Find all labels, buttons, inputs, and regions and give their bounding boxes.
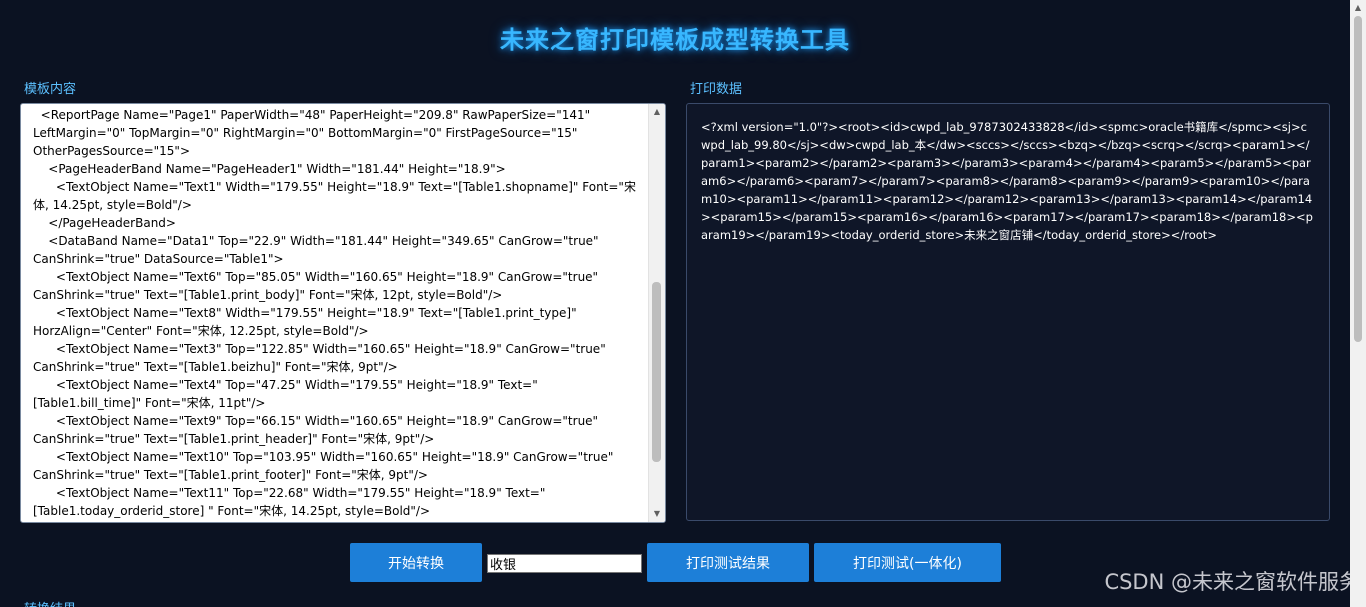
template-textarea[interactable]: <ReportPage Name="Page1" PaperWidth="48"… xyxy=(20,103,666,523)
print-test-result-button[interactable]: 打印测试结果 xyxy=(647,543,809,582)
start-convert-button[interactable]: 开始转换 xyxy=(350,543,482,582)
page-scroll-thumb[interactable] xyxy=(1354,16,1362,342)
template-content[interactable]: <ReportPage Name="Page1" PaperWidth="48"… xyxy=(21,104,649,522)
page-scroll-up-icon[interactable]: ▲ xyxy=(1350,2,1366,14)
print-data-content[interactable]: <?xml version="1.0"?><root><id>cwpd_lab_… xyxy=(701,118,1315,244)
page-scrollbar[interactable]: ▲ xyxy=(1350,0,1366,607)
app-window: 未来之窗打印模板成型转换工具 模板内容 打印数据 <ReportPage Nam… xyxy=(0,0,1366,607)
print-data-label: 打印数据 xyxy=(690,82,743,97)
page-title: 未来之窗打印模板成型转换工具 xyxy=(500,26,850,54)
scroll-up-icon[interactable]: ▲ xyxy=(649,105,665,119)
print-data-panel[interactable]: <?xml version="1.0"?><root><id>cwpd_lab_… xyxy=(686,103,1330,521)
print-test-unified-button[interactable]: 打印测试(一体化) xyxy=(814,543,1001,582)
template-scrollbar[interactable]: ▲ ▼ xyxy=(648,104,665,522)
csdn-watermark: CSDN @未来之窗软件服务 xyxy=(1104,570,1360,594)
result-label: 转换结果 xyxy=(24,598,76,607)
printer-name-input[interactable] xyxy=(487,554,642,573)
scroll-thumb[interactable] xyxy=(652,282,661,462)
scroll-down-icon[interactable]: ▼ xyxy=(649,507,665,521)
template-label: 模板内容 xyxy=(24,82,77,97)
